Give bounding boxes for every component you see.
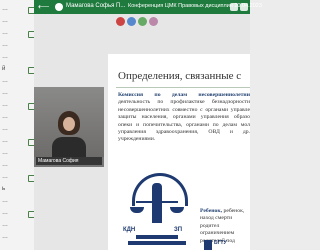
avatar[interactable] — [138, 17, 147, 26]
video-name-label: Мамагова София — [36, 157, 102, 165]
participants-sidebar: … … … й … … … … … … … … … ь … … … … … … — [0, 0, 35, 250]
conference-stage: Мамагова София Определения, связанные с … — [34, 14, 250, 250]
sidebar-row[interactable]: … — [2, 42, 8, 48]
emblem-figure — [152, 183, 162, 223]
sidebar-row[interactable]: … — [2, 126, 8, 132]
shared-slide: Определения, связанные с Комиссия по дел… — [108, 54, 250, 250]
sidebar-row[interactable]: … — [2, 138, 8, 144]
sidebar-row[interactable]: … — [2, 114, 8, 120]
emblem-base — [136, 235, 178, 239]
sidebar-row[interactable]: ь — [2, 186, 5, 192]
emblem-scale-pan — [170, 207, 184, 213]
sidebar-row[interactable]: й — [2, 66, 5, 72]
grid-view-icon[interactable] — [230, 3, 238, 11]
active-speaker-name: Мамагова Софья П... — [66, 3, 126, 9]
sidebar-row[interactable]: … — [2, 54, 8, 60]
fullscreen-icon[interactable] — [240, 3, 248, 11]
shoulders — [52, 137, 86, 157]
sidebar-row[interactable]: … — [2, 234, 8, 240]
sidebar-row[interactable]: … — [2, 78, 8, 84]
slide-title: Определения, связанные с — [118, 70, 242, 82]
sidebar-row[interactable]: … — [2, 30, 8, 36]
participant-video-person — [52, 111, 86, 157]
slide-divider — [116, 87, 250, 88]
back-icon[interactable]: ⟵ — [38, 2, 49, 11]
sidebar-row[interactable]: … — [2, 222, 8, 228]
sidebar-row[interactable]: … — [2, 102, 8, 108]
sidebar-row[interactable]: … — [2, 18, 8, 24]
conference-topbar: ⟵ Мамагова Софья П... Конференция ЦМК Пр… — [34, 0, 262, 14]
sidebar-row[interactable]: … — [2, 198, 8, 204]
slide-body-bold: Комиссия по делам несовершеннолетни — [118, 92, 250, 98]
sidebar-row[interactable]: … — [2, 90, 8, 96]
participant-video-tile[interactable]: Мамагова София — [34, 87, 104, 167]
avatar[interactable] — [149, 17, 158, 26]
sidebar-row[interactable]: … — [2, 6, 8, 12]
emblem-scale-pan — [130, 207, 144, 213]
sidebar-row[interactable]: … — [2, 162, 8, 168]
bgtu-logo: БГТУ — [204, 240, 230, 250]
right-column-heading: Ребенок, — [200, 208, 223, 214]
emblem-label-right: ЗП — [174, 227, 183, 233]
slide-body: Комиссия по делам несовершеннолетни деят… — [118, 92, 250, 144]
slide-body-text: деятельность по профилактике безнадзорно… — [118, 99, 250, 143]
sidebar-row[interactable]: … — [2, 150, 8, 156]
participant-avatar-icon — [55, 3, 63, 11]
logo-mark-icon — [204, 240, 212, 250]
emblem-base-lower — [128, 241, 186, 245]
emblem-label-left: КДН — [123, 227, 136, 233]
justice-emblem-icon: КДН ЗП — [122, 173, 196, 250]
face — [63, 117, 75, 131]
avatar[interactable] — [116, 17, 125, 26]
emblem-scale-beam — [136, 201, 178, 203]
sidebar-row[interactable]: … — [2, 174, 8, 180]
logo-text: БГТУ — [214, 240, 227, 246]
avatar[interactable] — [127, 17, 136, 26]
sidebar-row[interactable]: … — [2, 210, 8, 216]
